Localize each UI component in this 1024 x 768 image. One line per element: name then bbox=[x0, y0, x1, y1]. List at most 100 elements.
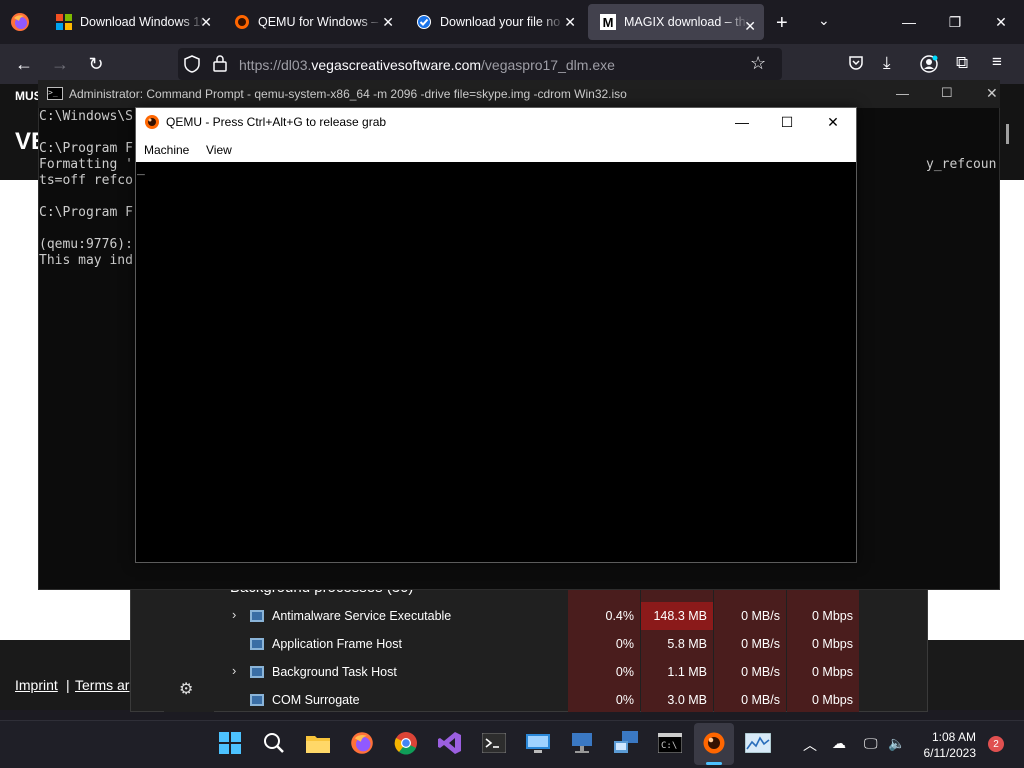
url-prefix: https://dl03. bbox=[239, 57, 312, 73]
url-path: /vegaspro17_dlm.exe bbox=[481, 57, 615, 73]
qemu-title: QEMU - Press Ctrl+Alt+G to release grab bbox=[166, 115, 387, 129]
app-window-icon bbox=[250, 666, 264, 678]
tab-qemu-windows[interactable]: QEMU for Windows – I ✕ bbox=[222, 0, 402, 44]
task-manager-app-icon[interactable] bbox=[613, 730, 639, 756]
qemu-text-cursor: _ bbox=[137, 161, 145, 176]
firefox-menu-icon[interactable] bbox=[10, 12, 30, 32]
close-icon[interactable]: ✕ bbox=[744, 18, 756, 35]
network-display-icon[interactable]: 🖵 bbox=[864, 735, 878, 752]
tab-label: MAGIX download – tha bbox=[624, 15, 749, 29]
table-row[interactable]: › Antimalware Service Executable 0.4% 14… bbox=[214, 602, 860, 630]
qemu-taskbar-icon[interactable] bbox=[701, 730, 727, 756]
chrome-icon[interactable] bbox=[393, 730, 419, 756]
qemu-close-icon[interactable]: ✕ bbox=[818, 112, 848, 132]
visual-studio-icon[interactable] bbox=[437, 730, 463, 756]
onedrive-cloud-icon[interactable]: ☁ bbox=[832, 735, 846, 752]
active-app-indicator bbox=[706, 762, 722, 765]
cmd-line bbox=[39, 189, 133, 205]
table-row[interactable]: COM Surrogate 0% 3.0 MB 0 MB/s 0 Mbps bbox=[214, 686, 860, 714]
memory-value: 1.1 MB bbox=[667, 665, 707, 679]
cmd-icon[interactable]: C:\ bbox=[657, 730, 683, 756]
url-text[interactable]: https://dl03.vegascreativesoftware.com/v… bbox=[239, 57, 615, 73]
terminal-icon[interactable] bbox=[481, 730, 507, 756]
terms-link[interactable]: Terms ar bbox=[75, 677, 129, 693]
menu-view[interactable]: View bbox=[206, 143, 232, 157]
cmd-maximize-icon[interactable]: ☐ bbox=[941, 85, 953, 101]
cmd-line: C:\Program F bbox=[39, 141, 133, 156]
app-window-icon bbox=[250, 638, 264, 650]
qemu-maximize-icon[interactable]: ☐ bbox=[772, 112, 802, 132]
process-name: Antimalware Service Executable bbox=[272, 609, 452, 623]
new-tab-plus-icon[interactable]: + bbox=[776, 12, 788, 35]
pocket-icon[interactable] bbox=[848, 55, 864, 76]
disk-value: 0 MB/s bbox=[741, 609, 780, 623]
speaker-volume-icon[interactable]: 🔈 bbox=[888, 735, 905, 752]
svg-text:C:\: C:\ bbox=[661, 741, 677, 751]
cmd-line: Formatting ' bbox=[39, 157, 133, 172]
command-prompt-title: Administrator: Command Prompt - qemu-sys… bbox=[69, 87, 627, 101]
cpu-value: 0% bbox=[615, 693, 634, 707]
close-icon[interactable]: ✕ bbox=[382, 14, 394, 31]
process-name: COM Surrogate bbox=[272, 693, 360, 707]
tab-download-file[interactable]: Download your file no ✕ bbox=[404, 0, 584, 44]
close-icon[interactable]: ✕ bbox=[200, 14, 212, 31]
cpu-value: 0% bbox=[615, 665, 634, 679]
network-value: 0 Mbps bbox=[812, 609, 853, 623]
lock-icon[interactable] bbox=[213, 55, 227, 77]
file-explorer-icon[interactable] bbox=[305, 730, 331, 756]
imprint-link[interactable]: Imprint bbox=[15, 677, 58, 693]
firefox-icon[interactable] bbox=[349, 730, 375, 756]
list-all-tabs-icon[interactable]: ⌄ bbox=[818, 12, 830, 29]
process-name: Application Frame Host bbox=[272, 637, 402, 651]
search-icon[interactable] bbox=[261, 730, 287, 756]
minimize-icon[interactable]: ― bbox=[886, 0, 932, 44]
resource-monitor-icon[interactable] bbox=[745, 730, 771, 756]
cmd-line: C:\Windows\S bbox=[39, 109, 133, 124]
show-hidden-icons-chevron-icon[interactable]: ︿ bbox=[803, 735, 817, 755]
chevron-right-icon[interactable]: › bbox=[232, 663, 236, 678]
table-row[interactable]: Application Frame Host 0% 5.8 MB 0 MB/s … bbox=[214, 630, 860, 658]
bookmark-star-icon[interactable]: ☆ bbox=[750, 53, 766, 74]
extensions-puzzle-icon[interactable]: ⧉ bbox=[956, 53, 968, 73]
table-row[interactable]: › Background Task Host 0% 1.1 MB 0 MB/s … bbox=[214, 658, 860, 686]
memory-value: 3.0 MB bbox=[667, 693, 707, 707]
memory-value: 5.8 MB bbox=[667, 637, 707, 651]
settings-gear-icon[interactable]: ⚙ bbox=[179, 679, 193, 699]
forward-arrow-icon[interactable]: → bbox=[48, 52, 72, 76]
clock-time: 1:08 AM bbox=[931, 730, 976, 744]
clock-date: 6/11/2023 bbox=[923, 746, 977, 760]
cmd-line: C:\Program F bbox=[39, 205, 133, 220]
cmd-right-fragment: y_refcoun bbox=[926, 157, 997, 172]
tab-label: Download Windows 10 bbox=[80, 15, 205, 29]
tab-download-windows[interactable]: Download Windows 10 ✕ bbox=[44, 0, 220, 44]
top-scrollbar-thumb[interactable] bbox=[1006, 124, 1009, 144]
close-icon[interactable]: ✕ bbox=[564, 14, 576, 31]
cmd-output: C:\Windows\S C:\Program F Formatting ' t… bbox=[39, 109, 133, 269]
back-arrow-icon[interactable]: ← bbox=[12, 52, 36, 76]
close-icon[interactable]: ✕ bbox=[978, 0, 1024, 44]
cpu-value: 0% bbox=[615, 637, 634, 651]
hamburger-menu-icon[interactable]: ≡ bbox=[992, 52, 1002, 72]
tab-magix-download[interactable]: M MAGIX download – tha ✕ bbox=[588, 4, 764, 40]
chevron-right-icon[interactable]: › bbox=[232, 607, 236, 622]
menu-machine[interactable]: Machine bbox=[144, 143, 189, 157]
qemu-minimize-icon[interactable]: ― bbox=[727, 112, 757, 132]
disk-value: 0 MB/s bbox=[741, 665, 780, 679]
url-domain: vegascreativesoftware.com bbox=[311, 57, 482, 73]
download-icon[interactable]: ⤓ bbox=[883, 53, 891, 73]
start-windows-icon[interactable] bbox=[217, 730, 243, 756]
network-value: 0 Mbps bbox=[812, 637, 853, 651]
system-clock[interactable]: 1:08 AM 6/11/2023 bbox=[916, 729, 977, 761]
cmd-minimize-icon[interactable]: ― bbox=[896, 86, 909, 101]
svg-text:M: M bbox=[603, 15, 614, 30]
notification-badge[interactable]: 2 bbox=[988, 736, 1004, 752]
network-monitor-icon[interactable] bbox=[569, 730, 595, 756]
restore-icon[interactable]: ❐ bbox=[932, 0, 978, 44]
cmd-close-icon[interactable]: ✕ bbox=[986, 85, 998, 102]
account-icon[interactable] bbox=[920, 55, 938, 78]
cmd-line bbox=[39, 125, 133, 141]
reload-icon[interactable]: ↻ bbox=[84, 52, 108, 76]
qemu-display[interactable] bbox=[136, 162, 856, 562]
shield-icon[interactable] bbox=[184, 55, 200, 78]
remote-desktop-icon[interactable] bbox=[525, 730, 551, 756]
